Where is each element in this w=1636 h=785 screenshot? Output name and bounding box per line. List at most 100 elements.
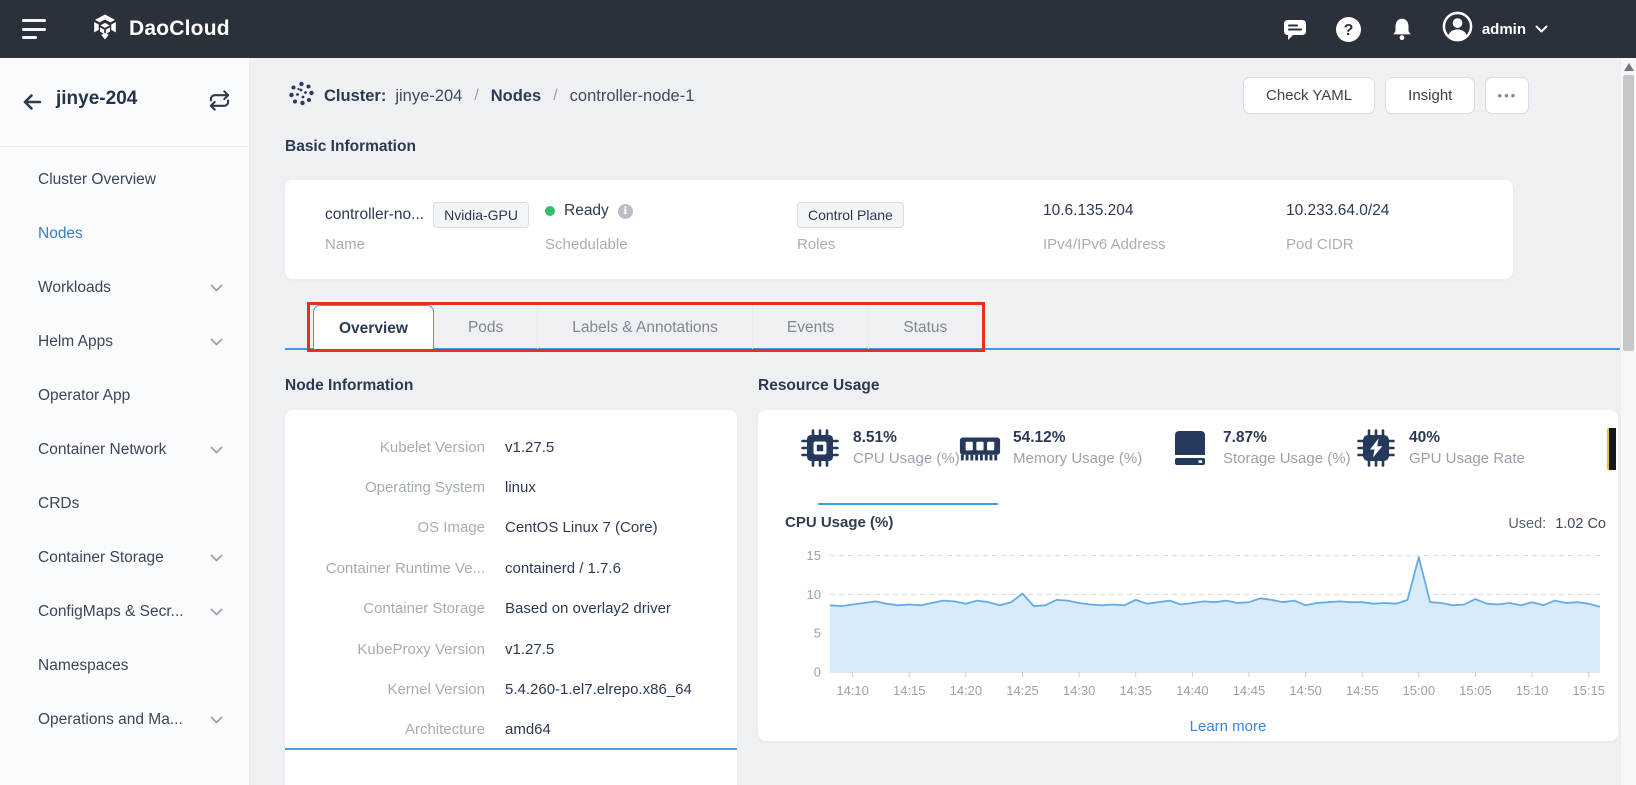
metric-tab-storage-usage[interactable]: 7.87% Storage Usage (%): [1168, 426, 1351, 470]
field-value: controller-no...: [325, 206, 425, 223]
breadcrumb-separator: /: [474, 87, 479, 104]
user-menu[interactable]: admin: [1442, 11, 1548, 47]
bell-icon[interactable]: [1389, 16, 1415, 42]
row-label: Container Runtime Ve...: [325, 559, 485, 577]
sidebar-item-label: Helm Apps: [38, 333, 113, 350]
row-label: Kernel Version: [387, 681, 485, 699]
svg-text:14:20: 14:20: [950, 683, 983, 698]
svg-text:15:10: 15:10: [1516, 683, 1549, 698]
sidebar-item-operations-and-ma[interactable]: Operations and Ma...: [0, 693, 249, 747]
svg-text:14:40: 14:40: [1176, 683, 1209, 698]
tabbar: Overview Pods Labels & Annotations Events St…: [313, 305, 981, 352]
sidebar-item-helm-apps[interactable]: Helm Apps: [0, 315, 249, 369]
row-label: Operating System: [364, 479, 485, 497]
avatar-icon: [1442, 11, 1473, 47]
menu-icon[interactable]: [22, 19, 48, 39]
sidebar-item-configmaps-secr[interactable]: ConfigMaps & Secr...: [0, 585, 249, 639]
svg-text:14:10: 14:10: [836, 683, 869, 698]
resource-usage-title: Resource Usage: [758, 377, 880, 394]
row-value: Based on overlay2 driver: [505, 600, 671, 618]
sidebar-item-workloads[interactable]: Workloads: [0, 261, 249, 315]
svg-text:10: 10: [807, 587, 821, 602]
user-name: admin: [1481, 20, 1526, 38]
brand[interactable]: DaoCloud: [90, 12, 230, 47]
svg-text:15:05: 15:05: [1459, 683, 1492, 698]
metric-value: 40%: [1409, 429, 1441, 446]
breadcrumb: Cluster: jinye-204 / Nodes / controller-…: [288, 80, 694, 112]
sidebar-item-nodes[interactable]: Nodes: [0, 207, 249, 261]
sidebar-item-container-storage[interactable]: Container Storage: [0, 531, 249, 585]
check-yaml-button[interactable]: Check YAML: [1243, 77, 1376, 114]
scrollbar-thumb[interactable]: [1623, 75, 1634, 351]
metric-tab-gpu-usage-rate[interactable]: 40% GPU Usage Rate: [1354, 426, 1525, 470]
field-label: IPv4/IPv6 Address: [1043, 236, 1166, 253]
metric-label: GPU Usage Rate: [1409, 450, 1525, 467]
metric-value: 8.51%: [853, 429, 897, 446]
row-label: Container Storage: [363, 600, 485, 618]
memory-icon: [958, 426, 1002, 470]
sidebar-item-label: CRDs: [38, 495, 80, 512]
message-icon[interactable]: [1282, 16, 1308, 42]
chevron-down-icon: [210, 441, 223, 459]
more-actions-button[interactable]: •••: [1485, 77, 1530, 114]
svg-text:14:25: 14:25: [1006, 683, 1039, 698]
row-label: OS Image: [417, 519, 485, 537]
svg-text:15:15: 15:15: [1572, 683, 1605, 698]
node-information-title: Node Information: [285, 377, 414, 394]
chevron-down-icon: [210, 711, 223, 729]
status-dot: [545, 206, 555, 216]
topbar-right: ? admin: [1282, 11, 1548, 47]
svg-text:14:15: 14:15: [893, 683, 926, 698]
brand-name: DaoCloud: [129, 17, 230, 40]
tab-pods[interactable]: Pods: [434, 305, 537, 350]
row-label: Kubelet Version: [379, 438, 485, 456]
learn-more-link[interactable]: Learn more: [838, 718, 1618, 735]
node-info-row-kubeproxy-version: KubeProxy Version v1.27.5: [285, 629, 737, 669]
vertical-scrollbar: [1620, 58, 1636, 785]
metric-tab-cpu-usage[interactable]: 8.51% CPU Usage (%): [798, 426, 960, 470]
sidebar-item-container-network[interactable]: Container Network: [0, 423, 249, 477]
node-info-row-os-image: OS Image CentOS Linux 7 (Core): [285, 508, 737, 548]
chevron-down-icon: [1535, 20, 1548, 38]
cluster-dots-icon: [288, 80, 315, 112]
sidebar-item-cluster-overview[interactable]: Cluster Overview: [0, 153, 249, 207]
breadcrumb-section[interactable]: Nodes: [491, 87, 541, 106]
node-info-row-container-runtime-ve: Container Runtime Ve... containerd / 1.7.…: [285, 548, 737, 588]
main-content: Cluster: jinye-204 / Nodes / controller-…: [250, 58, 1620, 785]
sidebar-item-namespaces[interactable]: Namespaces: [0, 639, 249, 693]
partially-visible-icon: [1607, 428, 1616, 470]
tab-events[interactable]: Events: [751, 305, 868, 350]
sidebar-item-operator-app[interactable]: Operator App: [0, 369, 249, 423]
active-metric-underline: [818, 503, 998, 505]
back-arrow-icon[interactable]: [20, 90, 44, 119]
breadcrumb-cluster[interactable]: jinye-204: [395, 87, 462, 106]
sidebar-menu: Cluster Overview Nodes Workloads Helm Apps O…: [0, 153, 249, 747]
node-info-row-container-storage: Container Storage Based on overlay2 drive…: [285, 589, 737, 629]
tab-status[interactable]: Status: [868, 305, 981, 350]
node-information-card: Kubelet Version v1.27.5 Operating System li…: [285, 410, 737, 785]
row-value: linux: [505, 479, 536, 497]
scrollbar-up-arrow[interactable]: [1624, 63, 1634, 71]
metric-value: 7.87%: [1223, 429, 1267, 446]
svg-text:15:00: 15:00: [1403, 683, 1436, 698]
tab-overview[interactable]: Overview: [313, 305, 434, 352]
row-label: KubeProxy Version: [357, 640, 485, 658]
chart-title: CPU Usage (%): [785, 514, 894, 531]
resource-usage-card: 8.51% CPU Usage (%) 54.12% Memory Usage (%)…: [758, 410, 1618, 741]
sidebar-item-label: Workloads: [38, 279, 111, 296]
insight-button[interactable]: Insight: [1385, 77, 1476, 114]
info-icon[interactable]: i: [617, 203, 633, 219]
gpu-icon: [1354, 426, 1398, 470]
metric-label: CPU Usage (%): [853, 450, 960, 467]
switch-cluster-icon[interactable]: [208, 89, 231, 117]
field-label: Schedulable: [545, 236, 628, 253]
cpu-usage-chart: 0 5 10 15 14:10 14:15 14:20 14:25 14:30 14:35 14:4…: [807, 548, 1605, 698]
help-icon[interactable]: ?: [1335, 16, 1362, 43]
sidebar-item-crds[interactable]: CRDs: [0, 477, 249, 531]
metric-text: 8.51% CPU Usage (%): [853, 429, 960, 467]
svg-text:14:55: 14:55: [1346, 683, 1379, 698]
sidebar-item-label: Cluster Overview: [38, 171, 156, 188]
metric-tab-memory-usage[interactable]: 54.12% Memory Usage (%): [958, 426, 1142, 470]
tab-labels-annotations[interactable]: Labels & Annotations: [537, 305, 752, 350]
svg-text:15: 15: [807, 548, 821, 563]
